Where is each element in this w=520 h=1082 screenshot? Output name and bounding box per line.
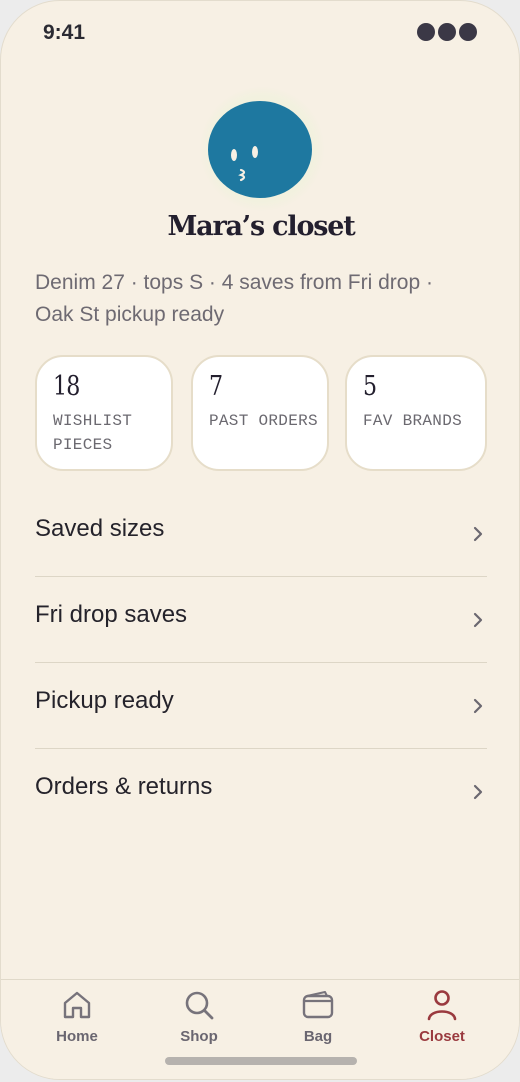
phone-screen: 9:41 Mara’s closet Denim 27 · tops S · 4… (0, 0, 520, 1080)
stat-value: 18 (53, 371, 80, 402)
home-indicator[interactable] (165, 1057, 357, 1065)
avatar-glow (200, 87, 324, 211)
tab-home[interactable]: Home (32, 988, 122, 1058)
status-icons (417, 23, 477, 41)
status-time: 9:41 (43, 21, 86, 44)
wallet-icon (302, 991, 334, 1019)
stat-card-fav-brands[interactable]: 5 FAV BRANDS (345, 355, 487, 471)
profile-summary: Denim 27 · tops S · 4 saves from Fri dro… (35, 271, 433, 326)
stat-label: WISHLIST PIECES (53, 412, 133, 454)
tab-label: Home (56, 1028, 98, 1045)
stat-card-wishlist[interactable]: 18 WISHLIST PIECES (35, 355, 173, 471)
status-dot-icon (459, 23, 477, 41)
stat-label: FAV BRANDS (363, 412, 463, 430)
status-dot-icon (438, 23, 456, 41)
chevron-right-icon (473, 784, 483, 800)
menu-item-pickup-ready[interactable]: Pickup ready (35, 663, 487, 749)
profile-title: Mara’s closet (167, 211, 355, 242)
menu-item-label: Pickup ready (35, 687, 174, 714)
avatar-face-icon (231, 146, 258, 182)
stat-card-past-orders[interactable]: 7 PAST ORDERS (191, 355, 329, 471)
user-icon (427, 990, 457, 1021)
menu-item-label: Orders & returns (35, 773, 213, 800)
chevron-right-icon (473, 698, 483, 714)
menu-item-label: Fri drop saves (35, 601, 188, 628)
menu-item-label: Saved sizes (35, 515, 165, 542)
tab-closet[interactable]: Closet (397, 988, 487, 1058)
menu-item-fri-drop-saves[interactable]: Fri drop saves (35, 577, 487, 663)
menu-item-orders-returns[interactable]: Orders & returns (35, 749, 487, 834)
stat-value: 7 (209, 371, 223, 402)
tab-shop[interactable]: Shop (154, 988, 244, 1058)
tab-bag[interactable]: Bag (273, 988, 363, 1058)
chevron-right-icon (473, 526, 483, 542)
status-bar: 9:41 (1, 1, 519, 65)
menu-item-saved-sizes[interactable]: Saved sizes (35, 491, 487, 577)
tab-label: Closet (419, 1028, 465, 1045)
stat-label: PAST ORDERS (209, 412, 318, 430)
stat-value: 5 (363, 371, 377, 402)
chevron-right-icon (473, 612, 483, 628)
stats-row: 18 WISHLIST PIECES 7 PAST ORDERS 5 FAV B… (35, 355, 487, 475)
tab-label: Bag (303, 1028, 333, 1045)
avatar[interactable] (208, 101, 312, 198)
closet-menu: Saved sizes Fri drop saves Pickup ready … (35, 491, 487, 834)
home-icon (63, 991, 91, 1019)
tab-label: Shop (180, 1028, 218, 1045)
status-dot-icon (417, 23, 435, 41)
search-icon (185, 991, 214, 1020)
